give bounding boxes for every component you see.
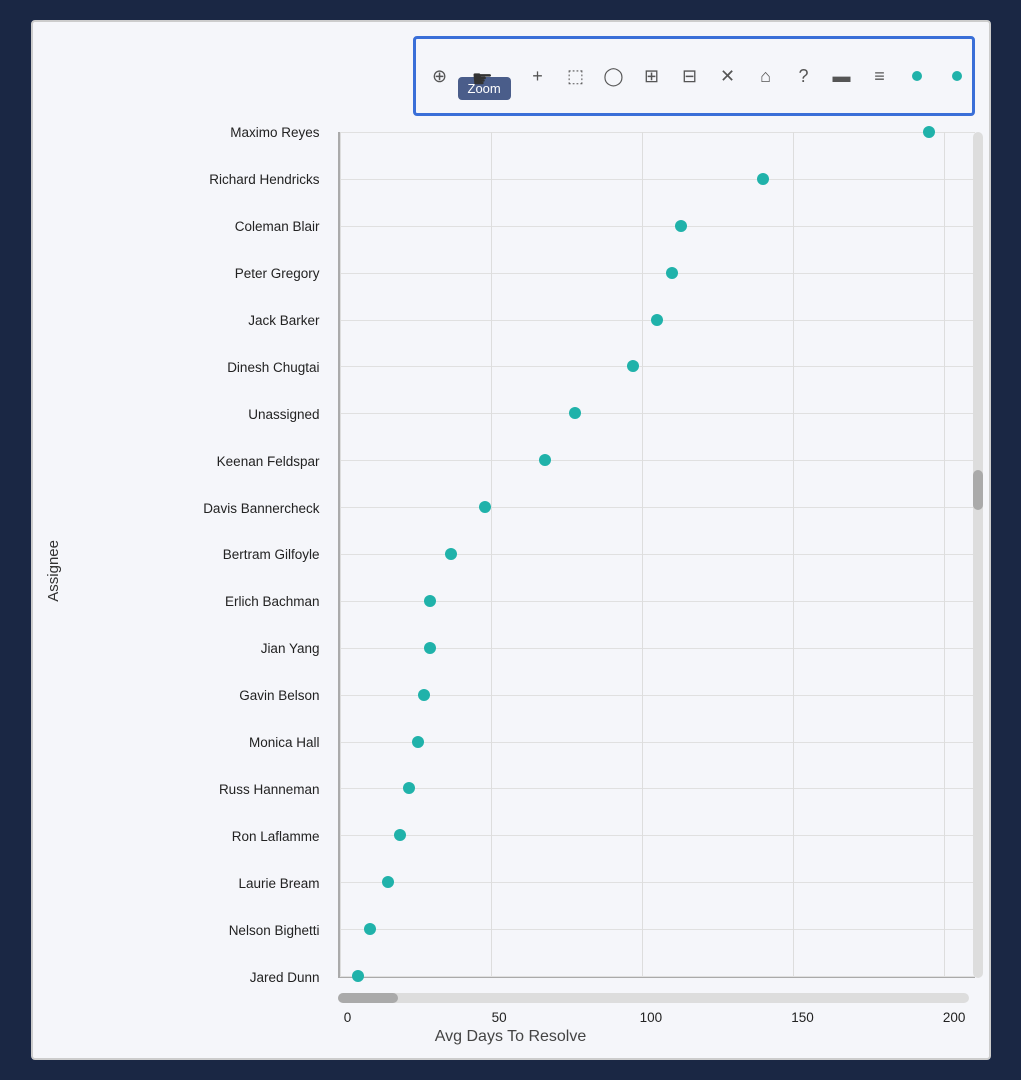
zoom-tooltip: Zoom: [458, 77, 511, 100]
data-dot[interactable]: [352, 970, 364, 982]
grid-line-h: [340, 695, 975, 696]
y-label: Keenan Feldspar: [63, 461, 328, 462]
data-dot[interactable]: [923, 126, 935, 138]
grid-line-v: [944, 132, 945, 976]
data-dot[interactable]: [418, 689, 430, 701]
grid-line-h: [340, 366, 975, 367]
select-icon[interactable]: ⬚: [562, 62, 590, 90]
y-label: Bertram Gilfoyle: [63, 554, 328, 555]
toolbar: ⊕ Zoom ☛ + ⬚ ◯ ⊞ ⊟ ✕ ⌂ ? ▬ ≡: [413, 36, 975, 116]
scrollbar-right[interactable]: [973, 132, 983, 978]
zoom-out-icon[interactable]: ⊟: [676, 62, 704, 90]
grid-line-h: [340, 835, 975, 836]
grid-line-h: [340, 226, 975, 227]
grid-line-h: [340, 788, 975, 789]
y-label: Peter Gregory: [63, 273, 328, 274]
y-labels: Maximo Reyes Richard Hendricks Coleman Bla…: [63, 132, 328, 978]
grid-line-h: [340, 742, 975, 743]
data-dot[interactable]: [364, 923, 376, 935]
data-dot[interactable]: [394, 829, 406, 841]
y-label: Richard Hendricks: [63, 179, 328, 180]
y-label: Monica Hall: [63, 742, 328, 743]
help-icon[interactable]: ?: [790, 62, 818, 90]
x-tick-label: 100: [631, 1010, 671, 1025]
data-dot[interactable]: [412, 736, 424, 748]
grid-line-h: [340, 273, 975, 274]
data-dot[interactable]: [424, 642, 436, 654]
y-label: Unassigned: [63, 414, 328, 415]
grid-line-v: [491, 132, 492, 976]
menu-icon[interactable]: ≡: [866, 62, 894, 90]
y-label: Maximo Reyes: [63, 132, 328, 133]
scrollbar-bottom[interactable]: [338, 993, 969, 1003]
add-icon[interactable]: +: [524, 62, 552, 90]
y-label: Jack Barker: [63, 320, 328, 321]
lasso-icon[interactable]: ◯: [600, 62, 628, 90]
grid-line-h: [340, 460, 975, 461]
data-dot[interactable]: [403, 782, 415, 794]
data-dot[interactable]: [539, 454, 551, 466]
grid-line-h: [340, 929, 975, 930]
y-label: Ron Laflamme: [63, 836, 328, 837]
scrollbar-thumb-right: [973, 470, 983, 510]
zoom-in-icon[interactable]: ⊞: [638, 62, 666, 90]
grid-line-h: [340, 554, 975, 555]
grid-line-h: [340, 976, 975, 977]
home-icon[interactable]: ⌂: [752, 62, 780, 90]
y-label: Russ Hanneman: [63, 789, 328, 790]
grid-line-h: [340, 413, 975, 414]
grid-line-v: [793, 132, 794, 976]
scrollbar-thumb-bottom: [338, 993, 398, 1003]
data-dot[interactable]: [757, 173, 769, 185]
y-label: Gavin Belson: [63, 695, 328, 696]
grid-line-h: [340, 507, 975, 508]
data-dot[interactable]: [666, 267, 678, 279]
grid-line-h: [340, 882, 975, 883]
data-dot[interactable]: [569, 407, 581, 419]
remove-icon[interactable]: ✕: [714, 62, 742, 90]
data-dot[interactable]: [479, 501, 491, 513]
y-label: Laurie Bream: [63, 883, 328, 884]
dot-indicator-2: [952, 71, 962, 81]
y-label: Erlich Bachman: [63, 601, 328, 602]
y-axis-label: Assignee: [45, 540, 62, 602]
data-dot[interactable]: [651, 314, 663, 326]
x-tick-label: 50: [479, 1010, 519, 1025]
cursor-hand: ☛: [472, 65, 494, 94]
grid-line-h: [340, 179, 975, 180]
data-dot[interactable]: [675, 220, 687, 232]
data-dot[interactable]: [424, 595, 436, 607]
grid-line-v: [642, 132, 643, 976]
y-label: Nelson Bighetti: [63, 930, 328, 931]
grid-line-v: [340, 132, 341, 976]
x-tick-label: 150: [783, 1010, 823, 1025]
data-dot[interactable]: [382, 876, 394, 888]
y-label: Jared Dunn: [63, 977, 328, 978]
grid-line-h: [340, 132, 975, 133]
zoom-icon[interactable]: ⊕: [426, 62, 454, 90]
x-axis-title: Avg Days To Resolve: [435, 1028, 586, 1046]
y-label: Davis Bannercheck: [63, 508, 328, 509]
plot-area: [338, 132, 975, 978]
x-tick-label: 0: [328, 1010, 368, 1025]
y-label: Dinesh Chugtai: [63, 367, 328, 368]
y-label: Coleman Blair: [63, 226, 328, 227]
chart-container: ⊕ Zoom ☛ + ⬚ ◯ ⊞ ⊟ ✕ ⌂ ? ▬ ≡ Assignee Ma…: [31, 20, 991, 1060]
color-icon[interactable]: ▬: [828, 62, 856, 90]
data-dot[interactable]: [445, 548, 457, 560]
data-dot[interactable]: [627, 360, 639, 372]
y-label: Jian Yang: [63, 648, 328, 649]
x-tick-label: 200: [934, 1010, 974, 1025]
dot-indicator-1: [912, 71, 922, 81]
